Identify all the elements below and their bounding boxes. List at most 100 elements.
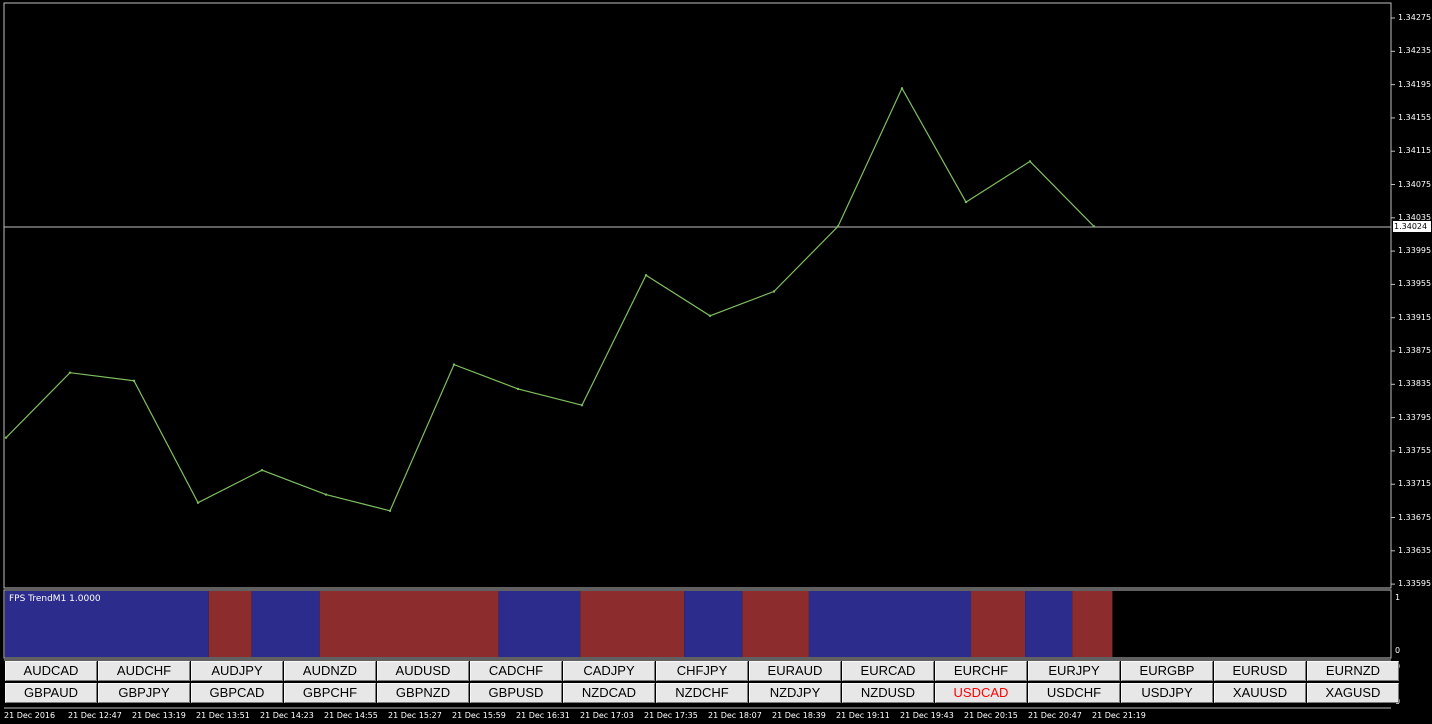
indicator-scale-top: 1 (1395, 593, 1401, 602)
symbol-button-audcad[interactable]: AUDCAD (5, 661, 97, 681)
time-tick-label: 21 Dec 19:43 (900, 711, 954, 720)
price-tick-label: 1.34115 (1398, 146, 1432, 156)
chart-canvas (3, 2, 1395, 709)
price-point (516, 387, 520, 391)
price-tick-label: 1.33795 (1398, 412, 1432, 422)
indicator-scale-bottom: 0 (1395, 646, 1401, 655)
symbol-button-cadjpy[interactable]: CADJPY (563, 661, 655, 681)
price-line (4, 86, 1096, 513)
price-point (388, 509, 392, 513)
trend-segment-red (742, 591, 809, 657)
symbol-button-gbpcad[interactable]: GBPCAD (191, 683, 283, 703)
indicator-title: FPS TrendM1 1.0000 (9, 594, 101, 604)
time-tick-label: 21 Dec 15:59 (452, 711, 506, 720)
time-tick-label: 21 Dec 21:19 (1092, 711, 1146, 720)
price-tick-label: 1.33755 (1398, 445, 1432, 455)
price-point (836, 225, 840, 228)
time-tick-label: 21 Dec 20:15 (964, 711, 1018, 720)
price-point (1028, 160, 1032, 163)
symbol-button-audchf[interactable]: AUDCHF (98, 661, 190, 681)
price-tick-label: 1.34235 (1398, 46, 1432, 56)
price-tick-label: 1.33835 (1398, 379, 1432, 389)
symbol-button-usdcad[interactable]: USDCAD (935, 683, 1027, 703)
trend-segment-blue (498, 591, 581, 657)
price-tick-label: 1.34275 (1398, 13, 1432, 22)
symbol-button-gbpusd[interactable]: GBPUSD (470, 683, 562, 703)
price-point (260, 468, 264, 472)
time-tick-label: 21 Dec 17:03 (580, 711, 634, 720)
price-point (964, 200, 968, 204)
price-point (900, 87, 904, 90)
symbol-button-nzdjpy[interactable]: NZDJPY (749, 683, 841, 703)
trend-segment-red (208, 591, 252, 657)
time-tick-label: 21 Dec 14:55 (324, 711, 378, 720)
symbol-button-cadchf[interactable]: CADCHF (470, 661, 562, 681)
price-point (1092, 225, 1096, 228)
symbol-button-eurcad[interactable]: EURCAD (842, 661, 934, 681)
symbol-button-nzdcad[interactable]: NZDCAD (563, 683, 655, 703)
symbol-button-audjpy[interactable]: AUDJPY (191, 661, 283, 681)
symbol-button-audusd[interactable]: AUDUSD (377, 661, 469, 681)
price-tick-label: 1.33955 (1398, 279, 1432, 289)
price-tick-label: 1.33635 (1398, 545, 1432, 555)
symbol-button-xagusd[interactable]: XAGUSD (1307, 683, 1399, 703)
time-tick-label: 21 Dec 2016 (4, 711, 56, 720)
trend-segment-blue (251, 591, 320, 657)
time-tick-label: 21 Dec 17:35 (644, 711, 698, 720)
symbol-button-usdchf[interactable]: USDCHF (1028, 683, 1120, 703)
trend-segment-blue (808, 591, 972, 657)
price-axis-ticks (1391, 17, 1395, 585)
price-point (644, 273, 648, 277)
time-tick-label: 21 Dec 20:47 (1028, 711, 1082, 720)
price-point (452, 363, 456, 366)
symbol-button-gbpnzd[interactable]: GBPNZD (377, 683, 469, 703)
time-tick-label: 21 Dec 16:31 (516, 711, 570, 720)
symbol-button-gbpjpy[interactable]: GBPJPY (98, 683, 190, 703)
price-tick-label: 1.33715 (1398, 479, 1432, 489)
symbol-button-eurnzd[interactable]: EURNZD (1307, 661, 1399, 681)
price-point (708, 314, 712, 318)
time-tick-label: 21 Dec 18:39 (772, 711, 826, 720)
trend-segment-blue (684, 591, 743, 657)
trend-segment-blue (1025, 591, 1073, 657)
symbol-button-eurchf[interactable]: EURCHF (935, 661, 1027, 681)
symbol-button-chfjpy[interactable]: CHFJPY (656, 661, 748, 681)
indicator-histogram (5, 591, 1113, 657)
symbol-button-eurgbp[interactable]: EURGBP (1121, 661, 1213, 681)
price-point (580, 403, 584, 407)
symbol-button-nzdchf[interactable]: NZDCHF (656, 683, 748, 703)
current-price-label: 1.34024 (1393, 221, 1431, 232)
symbol-button-euraud[interactable]: EURAUD (749, 661, 841, 681)
trend-segment-red (580, 591, 685, 657)
price-point (132, 379, 136, 383)
time-tick-label: 21 Dec 18:07 (708, 711, 762, 720)
price-point (772, 290, 776, 293)
symbol-button-eurjpy[interactable]: EURJPY (1028, 661, 1120, 681)
trend-segment-red (971, 591, 1026, 657)
time-tick-label: 21 Dec 15:27 (388, 711, 442, 720)
price-series-line (5, 86, 1095, 512)
price-point (196, 501, 200, 504)
time-tick-label: 21 Dec 14:23 (260, 711, 314, 720)
symbol-button-eurusd[interactable]: EURUSD (1214, 661, 1306, 681)
time-tick-label: 21 Dec 19:11 (836, 711, 890, 720)
time-tick-label: 21 Dec 13:19 (132, 711, 186, 720)
time-tick-label: 21 Dec 12:47 (68, 711, 122, 720)
symbol-button-gbpchf[interactable]: GBPCHF (284, 683, 376, 703)
symbol-button-gbpaud[interactable]: GBPAUD (5, 683, 97, 703)
price-tick-label: 1.33675 (1398, 512, 1432, 522)
price-chart-frame (3, 2, 1392, 589)
price-point (324, 493, 328, 496)
price-point (68, 371, 72, 374)
symbol-button-xauusd[interactable]: XAUUSD (1214, 683, 1306, 703)
symbol-button-audnzd[interactable]: AUDNZD (284, 661, 376, 681)
symbol-button-usdjpy[interactable]: USDJPY (1121, 683, 1213, 703)
trend-segment-red (1072, 591, 1113, 657)
price-tick-label: 1.34075 (1398, 179, 1432, 189)
symbol-button-nzdusd[interactable]: NZDUSD (842, 683, 934, 703)
price-tick-label: 1.33875 (1398, 346, 1432, 355)
price-tick-label: 1.33595 (1398, 579, 1432, 589)
trend-segment-red (319, 591, 499, 657)
price-tick-label: 1.33995 (1398, 246, 1432, 256)
time-tick-label: 21 Dec 13:51 (196, 711, 250, 720)
